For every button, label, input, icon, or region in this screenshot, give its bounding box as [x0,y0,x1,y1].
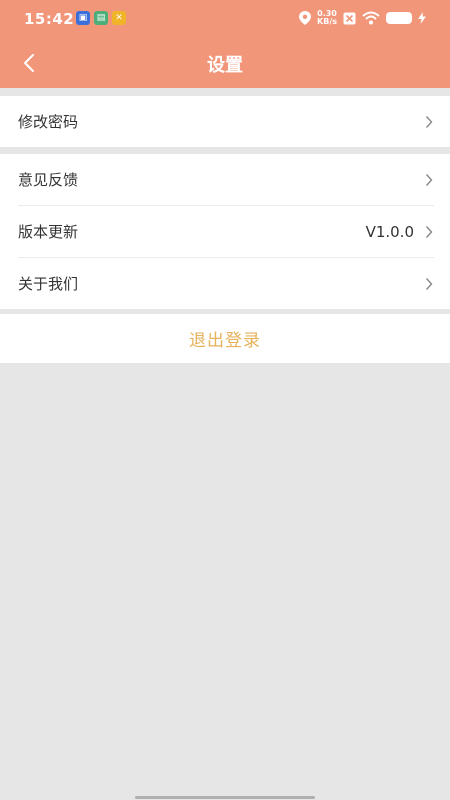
message-notification-icon: ▤ [94,11,108,25]
status-bar: 15:42 ▣ ▤ ✕ 0.30 KB/s [0,0,450,36]
network-speed-unit: KB/s [317,17,337,26]
network-speed: 0.30 KB/s [317,10,337,26]
feedback-label: 意见反馈 [18,171,79,189]
settings-group-app: 意见反馈 版本更新 V1.0.0 关于我们 [0,154,450,309]
chevron-right-icon [424,115,434,129]
logout-button[interactable]: 退出登录 [0,314,450,363]
location-icon [299,11,312,25]
status-time: 15:42 [24,10,75,28]
wifi-icon [362,11,380,25]
status-icons: 0.30 KB/s [299,8,426,28]
version-update-item[interactable]: 版本更新 V1.0.0 [18,205,434,257]
settings-group-account: 修改密码 [0,96,450,147]
header: 15:42 ▣ ▤ ✕ 0.30 KB/s 设置 [0,0,450,88]
feedback-item[interactable]: 意见反馈 [18,154,434,205]
app-notification-icon: ▣ [76,11,90,25]
logout-label: 退出登录 [189,331,261,351]
no-sim-icon [343,12,356,24]
chevron-right-icon [424,225,434,239]
home-indicator[interactable] [135,796,315,799]
version-update-label: 版本更新 [18,223,79,241]
change-password-item[interactable]: 修改密码 [18,96,434,147]
battery-icon [386,12,412,24]
about-us-label: 关于我们 [18,275,79,293]
page-title: 设置 [207,55,243,76]
charging-icon [418,12,426,24]
tool-notification-icon: ✕ [112,11,126,25]
chevron-right-icon [424,173,434,187]
change-password-label: 修改密码 [18,113,79,131]
about-us-item[interactable]: 关于我们 [18,257,434,309]
chevron-right-icon [424,277,434,291]
nav-bar: 设置 [0,40,450,86]
version-value: V1.0.0 [365,222,414,241]
